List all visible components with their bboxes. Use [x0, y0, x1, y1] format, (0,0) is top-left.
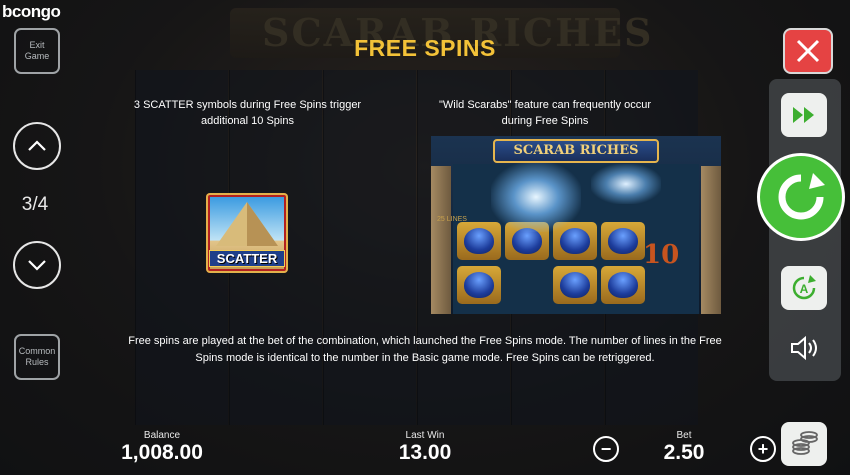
autoplay-icon: A — [792, 275, 816, 300]
chevron-down-icon — [28, 260, 46, 271]
bet-value: 2.50 — [663, 441, 705, 464]
page-indicator: 3/4 — [21, 194, 49, 215]
previous-page-button[interactable] — [13, 122, 61, 170]
wild-scarabs-preview-image: 25 LINES 10 SCARAB RICHES — [431, 136, 721, 314]
increase-bet-button[interactable]: + — [750, 436, 776, 462]
last-win-label: Last Win — [405, 430, 445, 441]
last-win-value: 13.00 — [398, 441, 452, 464]
bet-label: Bet — [676, 430, 692, 441]
rules-label-line2: Rules — [25, 357, 49, 367]
rules-label-line1: Common — [18, 346, 56, 356]
close-icon — [796, 39, 820, 63]
free-spins-rules-paragraph: Free spins are played at the bet of the … — [128, 335, 722, 364]
bet-settings-button[interactable] — [781, 422, 827, 466]
balance-value: 1,008.00 — [121, 441, 203, 464]
scatter-description: 3 SCATTER symbols during Free Spins trig… — [133, 99, 362, 127]
sound-button[interactable] — [786, 330, 824, 366]
brand-logo: bcongo — [2, 2, 61, 21]
svg-text:A: A — [800, 282, 809, 296]
turbo-button[interactable] — [781, 93, 827, 137]
spin-button[interactable] — [757, 153, 845, 241]
info-overlay — [0, 0, 850, 475]
fast-forward-icon — [793, 107, 814, 123]
preview-game-logo: SCARAB RICHES — [493, 139, 659, 163]
spin-arrow-icon — [778, 173, 825, 220]
wild-scarabs-description: "Wild Scarabs" feature can frequently oc… — [438, 99, 652, 127]
common-rules-button[interactable]: Common Rules — [14, 334, 60, 380]
coins-icon — [792, 431, 818, 455]
page-title: FREE SPINS — [354, 35, 496, 61]
close-button[interactable] — [783, 28, 833, 74]
balance-label: Balance — [143, 430, 181, 441]
chevron-up-icon — [28, 140, 46, 151]
speaker-icon — [791, 335, 817, 361]
decrease-bet-button[interactable]: − — [593, 436, 619, 462]
scatter-symbol-label: SCATTER — [209, 250, 285, 267]
scatter-symbol-image: SCATTER — [206, 193, 288, 273]
autoplay-button[interactable]: A — [781, 266, 827, 310]
preview-lines-label: 25 LINES — [437, 216, 467, 223]
preview-ten-symbol: 10 — [643, 240, 680, 270]
next-page-button[interactable] — [13, 241, 61, 289]
